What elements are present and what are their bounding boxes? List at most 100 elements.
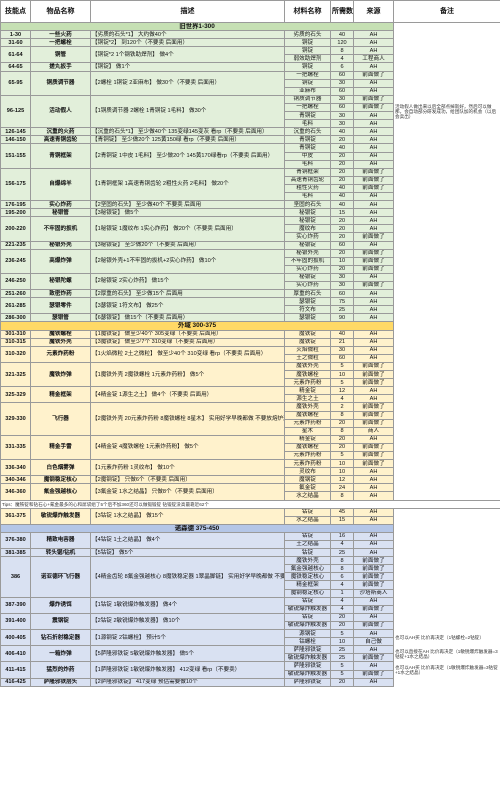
source-cell[interactable]: AH xyxy=(353,208,394,218)
item-name-cell[interactable]: 敏锐爆炸触发器 xyxy=(30,507,91,525)
note-cell[interactable] xyxy=(393,508,500,525)
source-cell[interactable]: AH xyxy=(353,38,394,48)
note-cell[interactable] xyxy=(393,297,500,314)
description-cell[interactable]: 【沉重的石头*1】 至少做40个 135变绿145变灰 看rp（不要卖 后面用） xyxy=(90,127,285,137)
source-cell[interactable]: 前面做了 xyxy=(353,378,394,388)
source-cell[interactable]: AH xyxy=(353,353,394,363)
description-cell[interactable]: 【1魔铁外壳 2魔铁螺栓 1元素炸药粉】 做5个 xyxy=(90,361,285,388)
skill-range-cell[interactable]: 376-380 xyxy=(0,531,31,550)
material-cell[interactable]: 土之微粒 xyxy=(284,353,331,363)
material-cell[interactable]: 魔铁稳定核心 xyxy=(284,572,331,582)
note-cell[interactable] xyxy=(393,338,500,347)
quantity-cell[interactable]: 24 xyxy=(330,483,354,493)
description-cell[interactable]: 【3秘银锭】 至少做20个（不要卖 后面用） xyxy=(90,240,285,250)
quantity-cell[interactable]: 12 xyxy=(330,475,354,485)
material-cell[interactable]: 青铜锭 xyxy=(284,135,331,145)
quantity-cell[interactable]: 60 xyxy=(330,353,354,363)
source-cell[interactable]: 前面做了 xyxy=(353,450,394,461)
material-cell[interactable]: 魔钢锭 xyxy=(284,475,331,485)
description-cell[interactable]: 【2厚重的石头】 至少做15个 后面用 xyxy=(90,289,285,299)
quantity-cell[interactable]: 40 xyxy=(330,143,354,153)
source-cell[interactable]: 前面做了 xyxy=(353,183,394,193)
item-name-cell[interactable]: 白色烟雾弹 xyxy=(30,459,91,477)
description-cell[interactable]: 【2魔铁外壳 20元素炸药粉 8魔铁螺栓 8星木】 实用好学早晚都做 不要放熔炉… xyxy=(90,402,285,436)
description-cell[interactable]: 【4精金锭 4魔铁螺栓 1元素炸药粉】 做5个 xyxy=(90,434,285,461)
quantity-cell[interactable]: 40 xyxy=(330,127,354,137)
quantity-cell[interactable]: 20 xyxy=(330,264,354,274)
skill-range-cell[interactable]: 310-320 xyxy=(0,345,31,363)
item-name-cell[interactable]: 爆炸诱饵 xyxy=(30,596,91,614)
material-cell[interactable]: 源钢锭 xyxy=(284,629,331,639)
material-cell[interactable]: 秘银锭 xyxy=(284,240,331,250)
item-name-cell[interactable]: 魔钢稳定核心 xyxy=(30,475,91,485)
quantity-cell[interactable]: 5 xyxy=(330,629,354,639)
quantity-cell[interactable]: 4 xyxy=(330,539,354,550)
quantity-cell[interactable]: 4 xyxy=(330,394,354,404)
material-cell[interactable]: 实心炸药 xyxy=(284,280,331,291)
note-cell[interactable] xyxy=(393,200,500,209)
quantity-cell[interactable]: 4 xyxy=(330,604,354,614)
description-cell[interactable]: 【4钴锭 1土之结晶】 做4个 xyxy=(90,531,285,550)
source-cell[interactable]: AH xyxy=(353,30,394,40)
quantity-cell[interactable]: 30 xyxy=(330,94,354,104)
item-name-cell[interactable]: 一箱炸弹 xyxy=(30,645,91,663)
note-cell[interactable] xyxy=(393,386,500,403)
source-cell[interactable]: AH xyxy=(353,86,394,96)
description-cell[interactable]: 【2螺栓 1铜锭 2亚麻布】 做30个（不要卖 后面用） xyxy=(90,70,285,96)
material-cell[interactable]: 一把螺栓 xyxy=(284,102,331,113)
source-cell[interactable]: AH xyxy=(353,548,394,558)
quantity-cell[interactable]: 20 xyxy=(330,151,354,161)
quantity-cell[interactable]: 8 xyxy=(330,564,354,574)
source-cell[interactable]: AH xyxy=(353,297,394,307)
description-cell[interactable]: 【5萨隆邪铁锭 5敏锐爆炸触发器】 做5个 xyxy=(90,645,285,663)
note-cell[interactable] xyxy=(393,556,500,598)
material-cell[interactable]: 精金锭 xyxy=(284,386,331,396)
source-cell[interactable]: AH xyxy=(353,677,394,687)
item-name-cell[interactable]: 瑟银管 xyxy=(30,313,91,323)
quantity-cell[interactable]: 10 xyxy=(330,256,354,266)
source-cell[interactable]: 前面做了 xyxy=(353,564,394,574)
material-cell[interactable]: 敏锐爆炸触发器 xyxy=(284,620,331,631)
source-cell[interactable]: 前面做了 xyxy=(353,175,394,185)
material-cell[interactable]: 粗性火药 xyxy=(284,183,331,193)
skill-range-cell[interactable]: 65-95 xyxy=(0,70,31,96)
quantity-cell[interactable]: 40 xyxy=(330,191,354,202)
note-cell[interactable] xyxy=(393,46,500,63)
quantity-cell[interactable]: 8 xyxy=(330,46,354,56)
quantity-cell[interactable]: 30 xyxy=(330,119,354,129)
quantity-cell[interactable]: 15 xyxy=(330,515,354,525)
quantity-cell[interactable]: 20 xyxy=(330,620,354,631)
description-cell[interactable]: 【1钴锭 1敏锐爆炸触发器】 做4个 xyxy=(90,596,285,614)
material-cell[interactable]: 青铜锭 xyxy=(284,111,331,121)
note-cell[interactable] xyxy=(393,71,500,96)
material-cell[interactable]: 秘银外壳 xyxy=(284,248,331,258)
section-title[interactable]: 旧世界1-300 xyxy=(0,21,394,32)
quantity-cell[interactable]: 60 xyxy=(330,86,354,96)
skill-range-cell[interactable]: 411-415 xyxy=(0,661,31,679)
column-header[interactable]: 所需数量 xyxy=(330,0,354,23)
source-cell[interactable]: 工程商人 xyxy=(353,54,394,64)
quantity-cell[interactable]: 5 xyxy=(330,661,354,671)
note-cell[interactable] xyxy=(393,321,500,331)
quantity-cell[interactable]: 20 xyxy=(330,232,354,242)
description-cell[interactable]: 【2钴锭 2敏锐爆炸触发器】 做10个 xyxy=(90,612,285,631)
quantity-cell[interactable]: 5 xyxy=(330,378,354,388)
material-cell[interactable]: 青铜锭 xyxy=(284,143,331,153)
quantity-cell[interactable]: 16 xyxy=(330,531,354,542)
note-cell[interactable] xyxy=(393,143,500,169)
description-cell[interactable]: 【2魔钢锭】 只做6个（不要卖 后面用） xyxy=(90,475,285,485)
item-name-cell[interactable]: 精致电容器 xyxy=(30,531,91,550)
description-cell[interactable]: 【1魔铁锭】 做至少40个 305变绿（不要卖 后面用） xyxy=(90,329,285,339)
note-cell[interactable] xyxy=(393,62,500,72)
description-cell[interactable]: 【4精金锭 1源生之土】 做4个（不要卖 后面用） xyxy=(90,386,285,404)
quantity-cell[interactable]: 10 xyxy=(330,637,354,647)
note-cell[interactable] xyxy=(393,289,500,298)
material-cell[interactable]: 秘银锭 xyxy=(284,216,331,226)
material-cell[interactable]: 铜锭 xyxy=(284,38,331,48)
material-cell[interactable]: 弱效助焊剂 xyxy=(284,54,331,64)
description-cell[interactable]: 【1火焰微粒 2土之微粒】 做至少40个 310变绿 看rp（不要卖 后面用） xyxy=(90,345,285,363)
note-cell[interactable] xyxy=(393,38,500,47)
material-cell[interactable]: 魔铁螺栓 xyxy=(284,370,331,380)
source-cell[interactable]: 前面做了 xyxy=(353,572,394,582)
source-cell[interactable]: 前面做了 xyxy=(353,248,394,258)
